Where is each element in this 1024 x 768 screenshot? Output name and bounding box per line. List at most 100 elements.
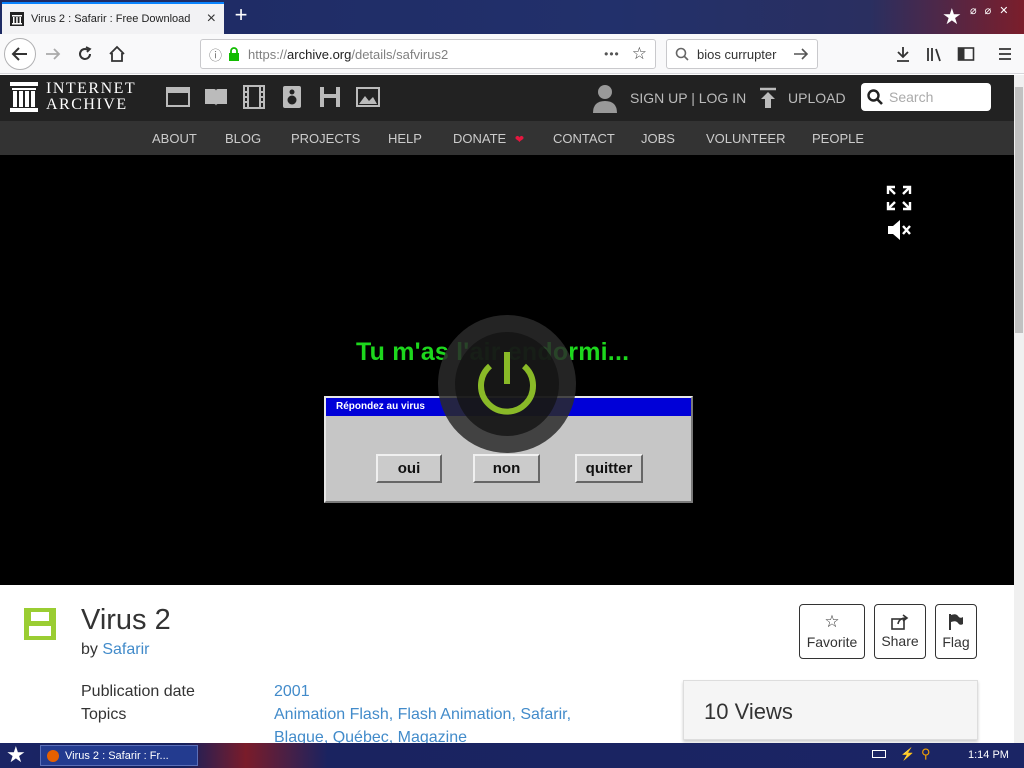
browser-toolbar: ⓘ https:// archive.org /details/safvirus…: [0, 34, 1024, 74]
browser-tab-active[interactable]: Virus 2 : Safarir : Free Download, ×: [2, 2, 224, 34]
forward-arrow-icon: [46, 48, 61, 60]
nav-about[interactable]: ABOUT: [152, 131, 197, 146]
topics-links-line1[interactable]: Animation Flash, Flash Animation, Safari…: [274, 706, 571, 724]
item-title: Virus 2: [81, 604, 171, 636]
minimize-icon[interactable]: ⌀: [970, 4, 977, 17]
maximize-icon[interactable]: ⌀: [985, 4, 992, 17]
window-controls: ⌀ ⌀ ✕: [970, 4, 1008, 17]
media-type-icons: [166, 85, 380, 109]
nav-donate-label: DONATE: [453, 131, 507, 146]
menu-button[interactable]: [990, 39, 1020, 69]
ia-logo[interactable]: INTERNET ARCHIVE: [10, 81, 136, 113]
bookmark-star-icon[interactable]: ☆: [632, 44, 647, 64]
archive-building-icon: [10, 82, 38, 112]
url-path: /details/safvirus2: [351, 46, 449, 62]
flag-label: Flag: [942, 634, 970, 650]
video-icon[interactable]: [242, 85, 266, 109]
nav-donate[interactable]: DONATE ❤: [453, 131, 524, 146]
web-search-bar[interactable]: bios currupter: [666, 39, 818, 69]
oui-button[interactable]: oui: [376, 454, 442, 483]
system-tray: ⚡ ⚲: [872, 746, 930, 762]
user-icon[interactable]: [592, 83, 618, 113]
ia-logo-line1: INTERNET: [46, 80, 137, 97]
reload-button[interactable]: [70, 39, 100, 69]
taskbar-browser-item[interactable]: Virus 2 : Safarir : Fr...: [40, 745, 198, 766]
home-button[interactable]: [102, 39, 132, 69]
keyboard-icon[interactable]: [872, 750, 886, 758]
start-star-icon[interactable]: ★: [6, 744, 26, 766]
views-count: 10 Views: [683, 680, 978, 740]
sign-up-login-link[interactable]: SIGN UP | LOG IN: [630, 90, 746, 106]
flag-icon: [949, 614, 963, 630]
hamburger-menu-icon: [999, 48, 1011, 60]
web-icon[interactable]: [166, 85, 190, 109]
new-tab-button[interactable]: +: [230, 4, 252, 27]
nav-people[interactable]: PEOPLE: [812, 131, 864, 146]
web-search-value: bios currupter: [697, 46, 777, 62]
nav-jobs[interactable]: JOBS: [641, 131, 675, 146]
url-bar[interactable]: ⓘ https:// archive.org /details/safvirus…: [200, 39, 656, 69]
upload-icon: [760, 87, 776, 108]
forward-button[interactable]: [38, 39, 68, 69]
reload-icon: [79, 46, 92, 60]
os-taskbar: ★ Virus 2 : Safarir : Fr... ⚡ ⚲ 1:14 PM: [0, 743, 1024, 768]
page-scrollbar[interactable]: [1014, 75, 1024, 743]
ia-search-input[interactable]: Search: [861, 83, 991, 111]
flag-button[interactable]: Flag: [935, 604, 977, 659]
non-button[interactable]: non: [473, 454, 540, 483]
nav-contact[interactable]: CONTACT: [553, 131, 615, 146]
scrollbar-thumb[interactable]: [1015, 87, 1023, 333]
ia-logo-line2: ARCHIVE: [46, 96, 128, 113]
power-icon[interactable]: [437, 314, 577, 454]
quitter-button[interactable]: quitter: [575, 454, 643, 483]
ia-logo-text: INTERNET ARCHIVE: [46, 81, 136, 113]
emulator-stage[interactable]: Tu m'as l'air endormi... Répondez au vir…: [0, 155, 1014, 585]
network-icon[interactable]: ⚡: [900, 747, 915, 761]
publication-date-link[interactable]: 2001: [274, 683, 310, 701]
software-icon[interactable]: [318, 85, 342, 109]
mute-icon[interactable]: [886, 217, 912, 243]
images-icon[interactable]: [356, 85, 380, 109]
share-button[interactable]: Share: [874, 604, 926, 659]
ia-nav-bar: ABOUT BLOG PROJECTS HELP DONATE ❤ CONTAC…: [0, 121, 1014, 155]
tab-close-icon[interactable]: ×: [207, 10, 216, 28]
star-icon: ★: [942, 4, 962, 29]
publication-date-label: Publication date: [81, 683, 195, 700]
audio-icon[interactable]: [280, 85, 304, 109]
close-window-icon[interactable]: ✕: [999, 4, 1008, 17]
ia-top-bar: INTERNET ARCHIVE SIGN UP | LOG IN UPLOAD…: [0, 75, 1014, 121]
upload-label: UPLOAD: [788, 90, 846, 106]
sidebar-button[interactable]: [951, 39, 981, 69]
texts-icon[interactable]: [204, 85, 228, 109]
library-button[interactable]: [920, 39, 950, 69]
share-label: Share: [881, 633, 919, 649]
browser-tab-strip: Virus 2 : Safarir : Free Download, × + ★…: [0, 0, 1024, 34]
tab-title: Virus 2 : Safarir : Free Download,: [31, 13, 191, 25]
firefox-icon: [47, 749, 59, 762]
page-actions-icon[interactable]: •••: [604, 47, 620, 61]
author-link[interactable]: Safarir: [102, 641, 149, 658]
nav-blog[interactable]: BLOG: [225, 131, 261, 146]
sidebar-icon: [957, 47, 975, 61]
downloads-button[interactable]: [888, 39, 918, 69]
by-label: by: [81, 641, 103, 658]
search-tray-icon[interactable]: ⚲: [921, 746, 931, 762]
nav-help[interactable]: HELP: [388, 131, 422, 146]
ia-account: SIGN UP | LOG IN: [592, 83, 746, 113]
nav-projects[interactable]: PROJECTS: [291, 131, 360, 146]
info-icon[interactable]: ⓘ: [209, 45, 222, 64]
fullscreen-icon[interactable]: [886, 185, 912, 211]
software-floppy-icon: [24, 608, 56, 640]
lock-icon[interactable]: [228, 47, 240, 61]
go-arrow-icon[interactable]: [793, 47, 809, 61]
star-outline-icon: ☆: [824, 612, 840, 631]
nav-volunteer[interactable]: VOLUNTEER: [706, 131, 785, 146]
back-button[interactable]: [4, 38, 36, 70]
share-icon: [891, 614, 909, 630]
back-arrow-icon: [11, 47, 27, 61]
upload-link[interactable]: UPLOAD: [758, 87, 846, 109]
search-icon: [867, 89, 883, 105]
favorite-label: Favorite: [806, 634, 858, 650]
favorite-button[interactable]: ☆ Favorite: [799, 604, 865, 659]
heart-icon: ❤: [514, 134, 525, 146]
